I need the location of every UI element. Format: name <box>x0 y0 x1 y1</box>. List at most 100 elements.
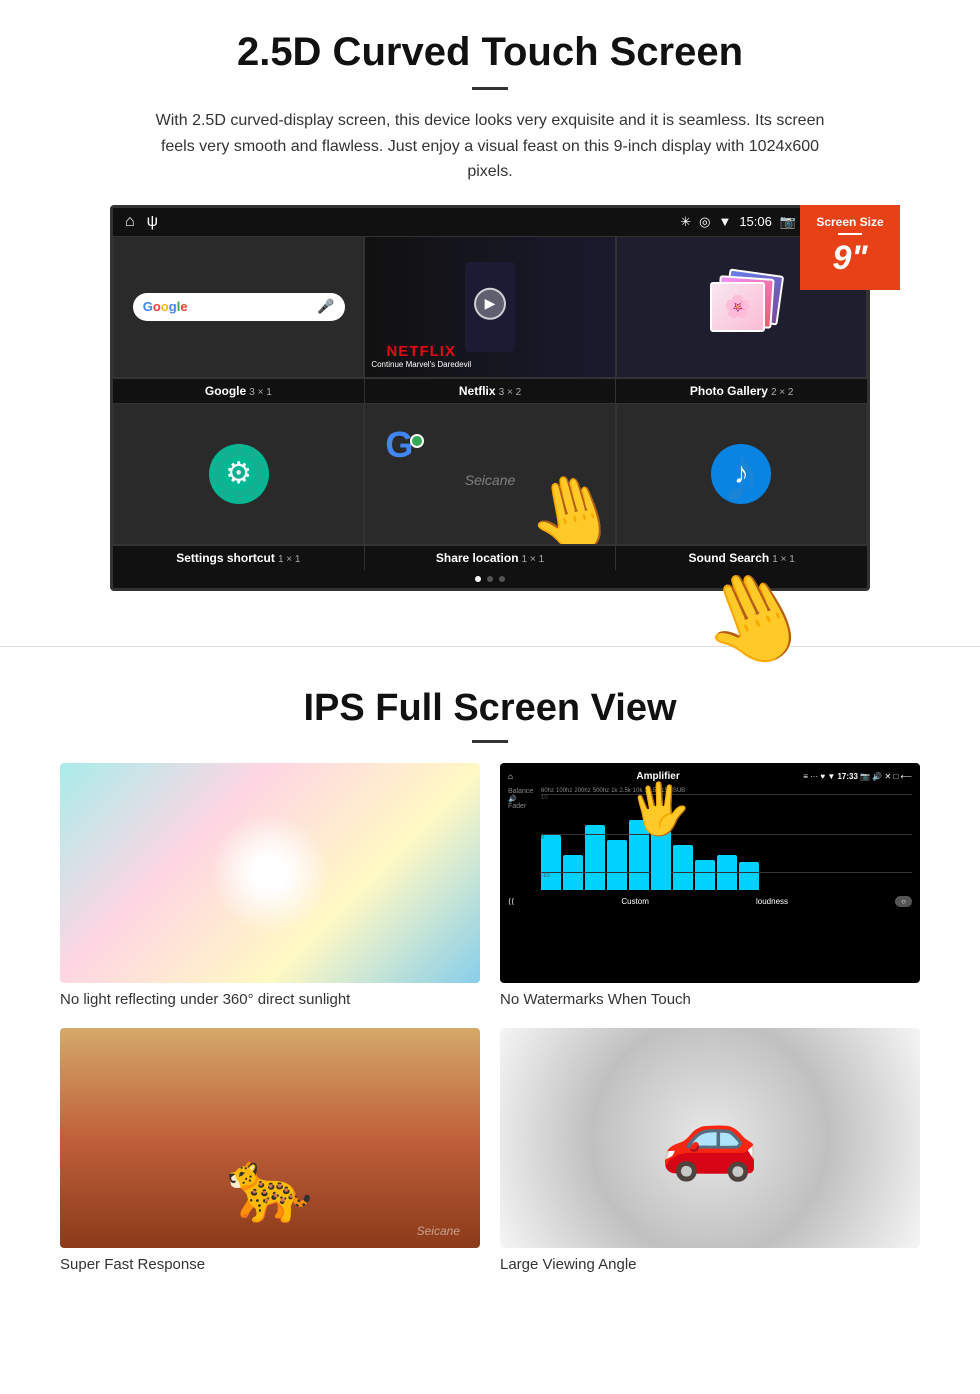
google-search-bar[interactable]: Google 🎤 <box>133 293 345 321</box>
eq-bar-4 <box>607 840 627 890</box>
status-time: 15:06 <box>739 214 772 229</box>
cheetah-bg: 🐆 Seicane <box>60 1028 480 1248</box>
badge-divider <box>838 233 862 235</box>
sunlight-caption: No light reflecting under 360° direct su… <box>60 991 480 1008</box>
nav-dot-2[interactable] <box>487 576 493 582</box>
eq-preset: Custom <box>621 897 649 906</box>
image-item-car: 🚗 Large Viewing Angle <box>500 1028 920 1273</box>
mic-icon: 🎤 <box>317 298 334 315</box>
car-image: 🚗 <box>500 1028 920 1248</box>
netflix-cell-bg: ▶ NETFLIX Continue Marvel's Daredevil <box>365 237 614 377</box>
netflix-app-size: 3 × 2 <box>499 387 522 398</box>
title-divider <box>472 87 508 90</box>
google-label: Google 3 × 1 <box>113 379 365 403</box>
netflix-app-cell[interactable]: ▶ NETFLIX Continue Marvel's Daredevil <box>364 236 615 378</box>
sky-background <box>60 763 480 983</box>
photo-stack: 🌸 <box>701 272 781 342</box>
section1-description: With 2.5D curved-display screen, this de… <box>140 108 840 185</box>
settings-label: Settings shortcut 1 × 1 <box>113 546 365 570</box>
eq-grid-mid: 0 <box>541 834 912 841</box>
location-icon: ◎ <box>699 214 710 230</box>
photo-card-front: 🌸 <box>710 282 765 332</box>
home-icon[interactable]: ⌂ <box>125 213 135 231</box>
section2-title: IPS Full Screen View <box>60 687 920 730</box>
eq-toggle[interactable]: ○ <box>895 896 912 907</box>
cheetah-seicane-watermark: Seicane <box>417 1224 460 1238</box>
eq-bar-6: 🖐 <box>651 810 671 890</box>
hand-eq-icon: 🖐 <box>626 777 693 841</box>
nav-dot-3[interactable] <box>499 576 505 582</box>
camera-icon: 📷 <box>780 214 796 230</box>
eq-bars-container: 10 0 -10 🖐 <box>541 794 912 894</box>
netflix-logo-text: NETFLIX <box>371 343 471 360</box>
nav-dot-1[interactable] <box>475 576 481 582</box>
maps-app-name: Share location <box>436 551 519 565</box>
car-icon: 🚗 <box>660 1091 760 1185</box>
car-bg: 🚗 <box>500 1028 920 1248</box>
music-app-cell[interactable]: ♪ ♪ <box>616 403 867 545</box>
app-grid-row2: ⚙ ⚙ G 🤚 <box>113 403 867 545</box>
sun-burst <box>210 813 330 933</box>
maps-app-cell[interactable]: G 🤚 Seicane <box>364 403 615 545</box>
cheetah-image: 🐆 Seicane <box>60 1028 480 1248</box>
section1-title: 2.5D Curved Touch Screen <box>60 30 920 75</box>
hand-pointer-icon: 🤚 <box>516 460 614 544</box>
status-bar: ⌂ ψ ✳ ◎ ▼ 15:06 📷 🔊 ✕ □ <box>113 208 867 236</box>
equalizer-image: ⌂ Amplifier ≡ ··· ♥ ▼ 17:33 📷 🔊 ✕ □ ⟵ Ba… <box>500 763 920 983</box>
eq-time: 17:33 <box>837 772 857 781</box>
image-item-cheetah: 🐆 Seicane Super Fast Response <box>60 1028 480 1273</box>
android-screen: ⌂ ψ ✳ ◎ ▼ 15:06 📷 🔊 ✕ □ <box>110 205 870 591</box>
maps-g-icon: G <box>385 424 413 466</box>
eq-header: ⌂ Amplifier ≡ ··· ♥ ▼ 17:33 📷 🔊 ✕ □ ⟵ <box>508 771 912 782</box>
netflix-cell-inner: ▶ NETFLIX Continue Marvel's Daredevil <box>365 237 614 377</box>
badge-label: Screen Size <box>808 215 892 229</box>
section2-divider <box>472 740 508 743</box>
device-mockup: Screen Size 9" ⌂ ψ ✳ ◎ ▼ 15:06 📷 🔊 ✕ <box>110 205 870 591</box>
settings-cell-inner: ⚙ ⚙ <box>114 404 363 544</box>
google-app-name: Google <box>205 384 246 398</box>
netflix-subtitle: Continue Marvel's Daredevil <box>371 360 471 369</box>
settings-app-cell[interactable]: ⚙ ⚙ <box>113 403 364 545</box>
eq-balance-label: Balance🔊Fader <box>508 788 538 894</box>
eq-grid-top: 10 <box>541 794 912 801</box>
gallery-app-size: 2 × 2 <box>771 387 794 398</box>
sunlight-image <box>60 763 480 983</box>
wifi-icon: ▼ <box>718 214 731 229</box>
google-app-cell[interactable]: Google 🎤 <box>113 236 364 378</box>
status-bar-left: ⌂ ψ <box>125 213 158 231</box>
image-item-sunlight: No light reflecting under 360° direct su… <box>60 763 480 1008</box>
maps-app-size: 1 × 1 <box>522 554 545 565</box>
google-cell-inner: Google 🎤 <box>114 237 363 377</box>
eq-freq-area: 60hz100hz200hz500hz1k2.5k10k12.5k15kSUB … <box>541 788 912 894</box>
seicane-watermark: Seicane <box>465 472 516 488</box>
cheetah-caption: Super Fast Response <box>60 1256 480 1273</box>
section-curved-screen: 2.5D Curved Touch Screen With 2.5D curve… <box>0 0 980 616</box>
gallery-app-name: Photo Gallery <box>690 384 768 398</box>
settings-app-size: 1 × 1 <box>278 554 301 565</box>
app-grid-row1: Google 🎤 ▶ <box>113 236 867 378</box>
maps-cell-inner: G 🤚 Seicane <box>365 404 614 544</box>
netflix-overlay: NETFLIX Continue Marvel's Daredevil <box>371 343 471 369</box>
google-cell-bg: Google 🎤 <box>114 237 363 377</box>
netflix-app-name: Netflix <box>459 384 496 398</box>
settings-cell-bg: ⚙ ⚙ <box>114 404 363 544</box>
section-ips-screen: IPS Full Screen View No light reflecting… <box>0 677 980 1293</box>
image-grid: No light reflecting under 360° direct su… <box>60 763 920 1273</box>
eq-screen: ⌂ Amplifier ≡ ··· ♥ ▼ 17:33 📷 🔊 ✕ □ ⟵ Ba… <box>500 763 920 983</box>
settings-app-name: Settings shortcut <box>176 551 275 565</box>
eq-loudness-label: loudness <box>756 897 788 906</box>
eq-footer: ⟨⟨ Custom loudness ○ <box>508 896 912 907</box>
screen-size-badge: Screen Size 9" <box>800 205 900 290</box>
music-cell-inner: ♪ ♪ <box>617 404 866 544</box>
gallery-label: Photo Gallery 2 × 2 <box>616 379 867 403</box>
maps-indicator <box>410 434 424 448</box>
image-item-equalizer: ⌂ Amplifier ≡ ··· ♥ ▼ 17:33 📷 🔊 ✕ □ ⟵ Ba… <box>500 763 920 1008</box>
google-app-size: 3 × 1 <box>249 387 272 398</box>
netflix-label: Netflix 3 × 2 <box>365 379 617 403</box>
play-button[interactable]: ▶ <box>474 288 506 320</box>
eq-freq-labels: Balance🔊Fader 60hz100hz200hz500hz1k2.5k1… <box>508 786 912 896</box>
usb-icon: ψ <box>147 213 158 231</box>
music-cell-bg: ♪ ♪ <box>617 404 866 544</box>
eq-grid-bot: -10 <box>541 872 912 879</box>
app-label-row1: Google 3 × 1 Netflix 3 × 2 Photo Gallery… <box>113 378 867 403</box>
